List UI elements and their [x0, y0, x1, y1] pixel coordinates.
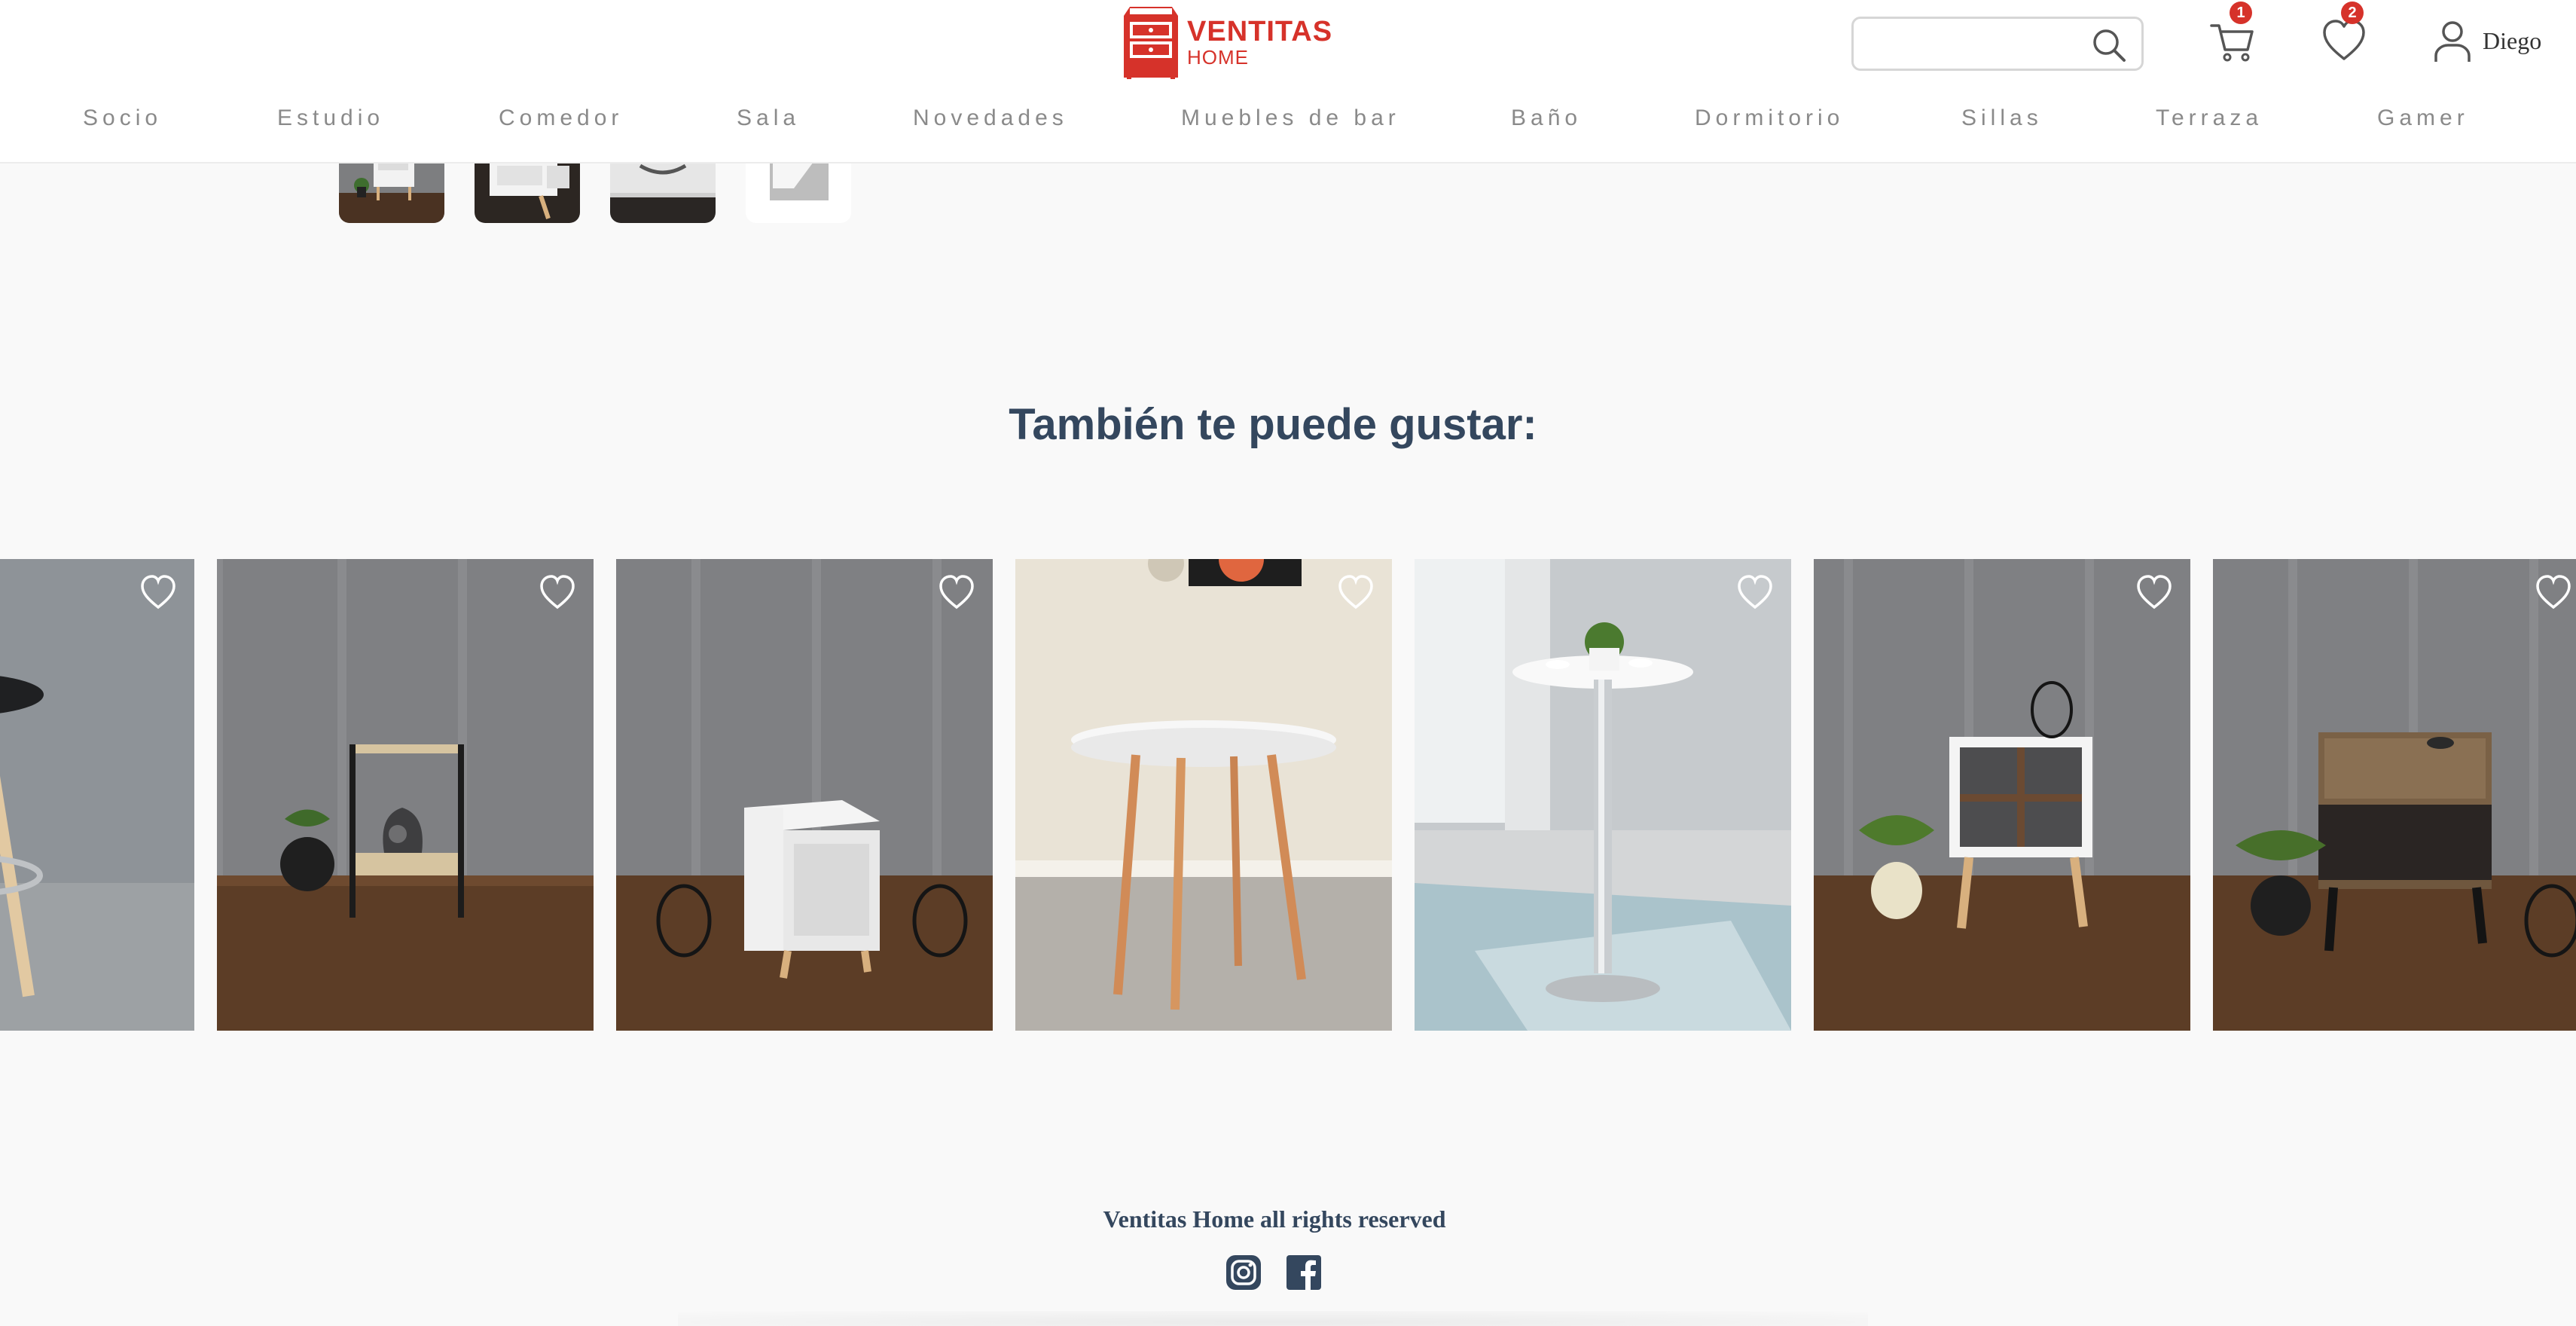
site-header: VENTITAS HOME 1 2 Diego Socio Estudio Co… [0, 0, 2576, 163]
nav-item-bano[interactable]: Baño [1511, 105, 1582, 131]
wishlist-count-badge: 2 [2341, 2, 2364, 24]
facebook-icon[interactable] [1285, 1254, 1323, 1291]
product-card[interactable] [1015, 559, 1392, 1031]
product-image [1415, 559, 1791, 1031]
nav-item-novedades[interactable]: Novedades [913, 105, 1068, 131]
instagram-icon[interactable] [1225, 1254, 1262, 1291]
product-image [1814, 559, 2190, 1031]
heart-outline-icon[interactable] [1336, 573, 1375, 612]
search-box [1851, 17, 2144, 71]
user-menu[interactable]: Diego [2433, 17, 2541, 65]
heart-outline-icon[interactable] [139, 573, 178, 612]
search-icon[interactable] [2092, 28, 2126, 63]
nav-item-estudio[interactable]: Estudio [277, 105, 384, 131]
wishlist-button[interactable]: 2 [2320, 2, 2368, 65]
product-image [217, 559, 594, 1031]
nav-item-sillas[interactable]: Sillas [1961, 105, 2043, 131]
nav-item-gamer[interactable]: Gamer [2377, 105, 2469, 131]
nav-item-socio[interactable]: Socio [83, 105, 162, 131]
nav-item-sala[interactable]: Sala [737, 105, 800, 131]
product-image [616, 559, 993, 1031]
product-card[interactable] [2213, 559, 2576, 1031]
user-name: Diego [2483, 26, 2542, 54]
user-icon [2434, 21, 2471, 62]
product-card[interactable] [616, 559, 993, 1031]
category-nav: Socio Estudio Comedor Sala Novedades Mue… [0, 105, 2576, 143]
nav-item-comedor[interactable]: Comedor [499, 105, 623, 131]
product-image [1015, 559, 1392, 1031]
brand-name: VENTITAS [1187, 16, 1333, 47]
cart-icon [2210, 24, 2254, 62]
product-image [0, 559, 194, 1031]
nav-item-muebles-de-bar[interactable]: Muebles de bar [1181, 105, 1400, 131]
product-image [2213, 559, 2576, 1031]
heart-outline-icon[interactable] [2534, 573, 2573, 612]
heart-outline-icon[interactable] [937, 573, 976, 612]
search-input[interactable] [1864, 26, 2090, 61]
heart-outline-icon[interactable] [2135, 573, 2174, 612]
nav-item-terraza[interactable]: Terraza [2156, 105, 2263, 131]
heart-icon [2323, 20, 2365, 60]
recommendations-carousel [0, 559, 2576, 1031]
brand-logo[interactable]: VENTITAS HOME [1122, 5, 1332, 80]
bottom-shadow [678, 1311, 1868, 1326]
product-card[interactable] [1415, 559, 1791, 1031]
cart-button[interactable]: 1 [2208, 2, 2257, 65]
footer-copyright: Ventitas Home all rights reserved [1103, 1205, 1446, 1233]
nav-item-dormitorio[interactable]: Dormitorio [1695, 105, 1844, 131]
product-card[interactable] [217, 559, 594, 1031]
heart-outline-icon[interactable] [1735, 573, 1775, 612]
heart-outline-icon[interactable] [538, 573, 577, 612]
brand-subtitle: HOME [1187, 46, 1249, 69]
cabinet-logo-icon [1122, 5, 1180, 79]
recommendations-title: También te puede gustar: [1009, 400, 1537, 449]
product-card[interactable] [1814, 559, 2190, 1031]
product-card[interactable] [0, 559, 194, 1031]
cart-count-badge: 1 [2230, 2, 2252, 24]
